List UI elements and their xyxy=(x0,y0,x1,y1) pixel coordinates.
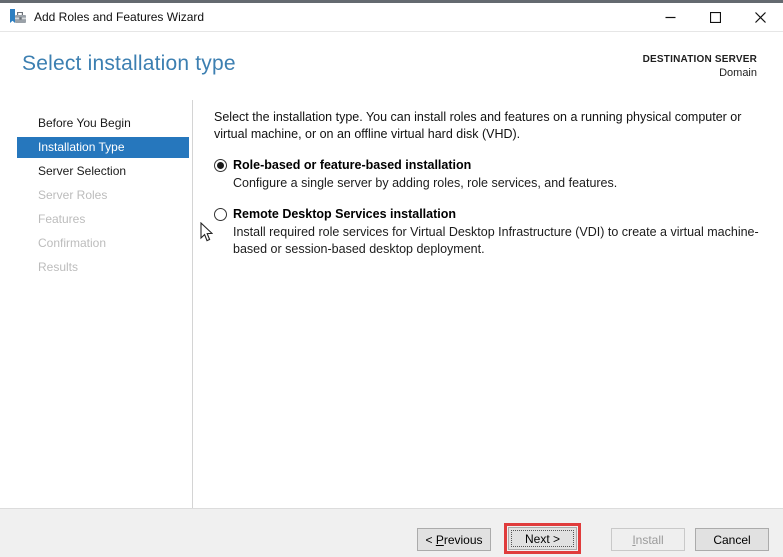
next-button-rest: ext > xyxy=(533,531,561,546)
destination-server-value: Domain xyxy=(719,66,757,79)
sidebar-item-confirmation: Confirmation xyxy=(38,236,107,250)
previous-button-mnemonic: P xyxy=(435,532,444,547)
wizard-footer: < Previous Next > Install Cancel xyxy=(0,508,783,557)
wizard-header: Select installation type DESTINATION SER… xyxy=(0,32,783,100)
remote-desktop-radio-button[interactable] xyxy=(214,207,227,221)
next-button-highlight: Next > xyxy=(504,523,581,554)
role-based-radio-button[interactable] xyxy=(214,158,227,172)
sidebar-item-results: Results xyxy=(38,260,79,274)
sidebar-item-installation-type[interactable]: Installation Type xyxy=(17,137,189,158)
close-button[interactable] xyxy=(738,3,783,31)
installation-type-panel: Select the installation type. You can in… xyxy=(193,100,783,508)
install-button-rest: nstall xyxy=(635,532,664,547)
window-title: Add Roles and Features Wizard xyxy=(34,10,205,24)
remote-desktop-description: Install required role services for Virtu… xyxy=(233,225,759,256)
server-manager-toolbox-icon xyxy=(10,9,26,23)
destination-server-label: DESTINATION SERVER xyxy=(642,54,757,65)
maximize-icon xyxy=(710,11,721,23)
sidebar-item-server-selection[interactable]: Server Selection xyxy=(17,161,189,182)
sidebar-item-before-you-begin[interactable]: Before You Begin xyxy=(17,113,189,134)
option-remote-desktop: Remote Desktop Services installation Ins… xyxy=(214,207,778,258)
destination-server-block: DESTINATION SERVER Domain xyxy=(643,52,757,100)
wizard-body: Before You Begin Installation Type Serve… xyxy=(0,100,783,508)
page-title: Select installation type xyxy=(22,52,236,75)
previous-button-rest: revious xyxy=(443,532,483,547)
sidebar-item-server-roles: Server Roles xyxy=(38,188,108,202)
previous-button-prefix: < xyxy=(425,532,436,547)
minimize-icon xyxy=(665,16,676,18)
previous-button[interactable]: < Previous xyxy=(417,528,491,551)
close-icon xyxy=(755,11,766,23)
role-based-description: Configure a single server by adding role… xyxy=(233,176,618,190)
next-button-mnemonic: N xyxy=(524,531,534,546)
next-button[interactable]: Next > xyxy=(508,527,577,550)
role-based-label: Role-based or feature-based installation xyxy=(233,158,472,172)
maximize-button[interactable] xyxy=(693,3,738,31)
title-bar: Add Roles and Features Wizard xyxy=(0,3,783,32)
intro-text: Select the installation type. You can in… xyxy=(214,110,742,141)
sidebar-item-features: Features xyxy=(38,212,86,226)
role-based-radio-row[interactable]: Role-based or feature-based installation xyxy=(214,158,778,172)
add-roles-wizard-window: { "window": { "title": "Add Roles and Fe… xyxy=(0,0,783,557)
mouse-cursor-icon xyxy=(200,222,213,242)
minimize-button[interactable] xyxy=(648,3,693,31)
install-button: Install xyxy=(611,528,685,551)
option-role-based: Role-based or feature-based installation… xyxy=(214,158,778,192)
remote-desktop-label: Remote Desktop Services installation xyxy=(233,207,456,221)
remote-desktop-radio-row[interactable]: Remote Desktop Services installation xyxy=(214,207,778,221)
cancel-button[interactable]: Cancel xyxy=(695,528,769,551)
wizard-steps-sidebar: Before You Begin Installation Type Serve… xyxy=(0,100,193,508)
